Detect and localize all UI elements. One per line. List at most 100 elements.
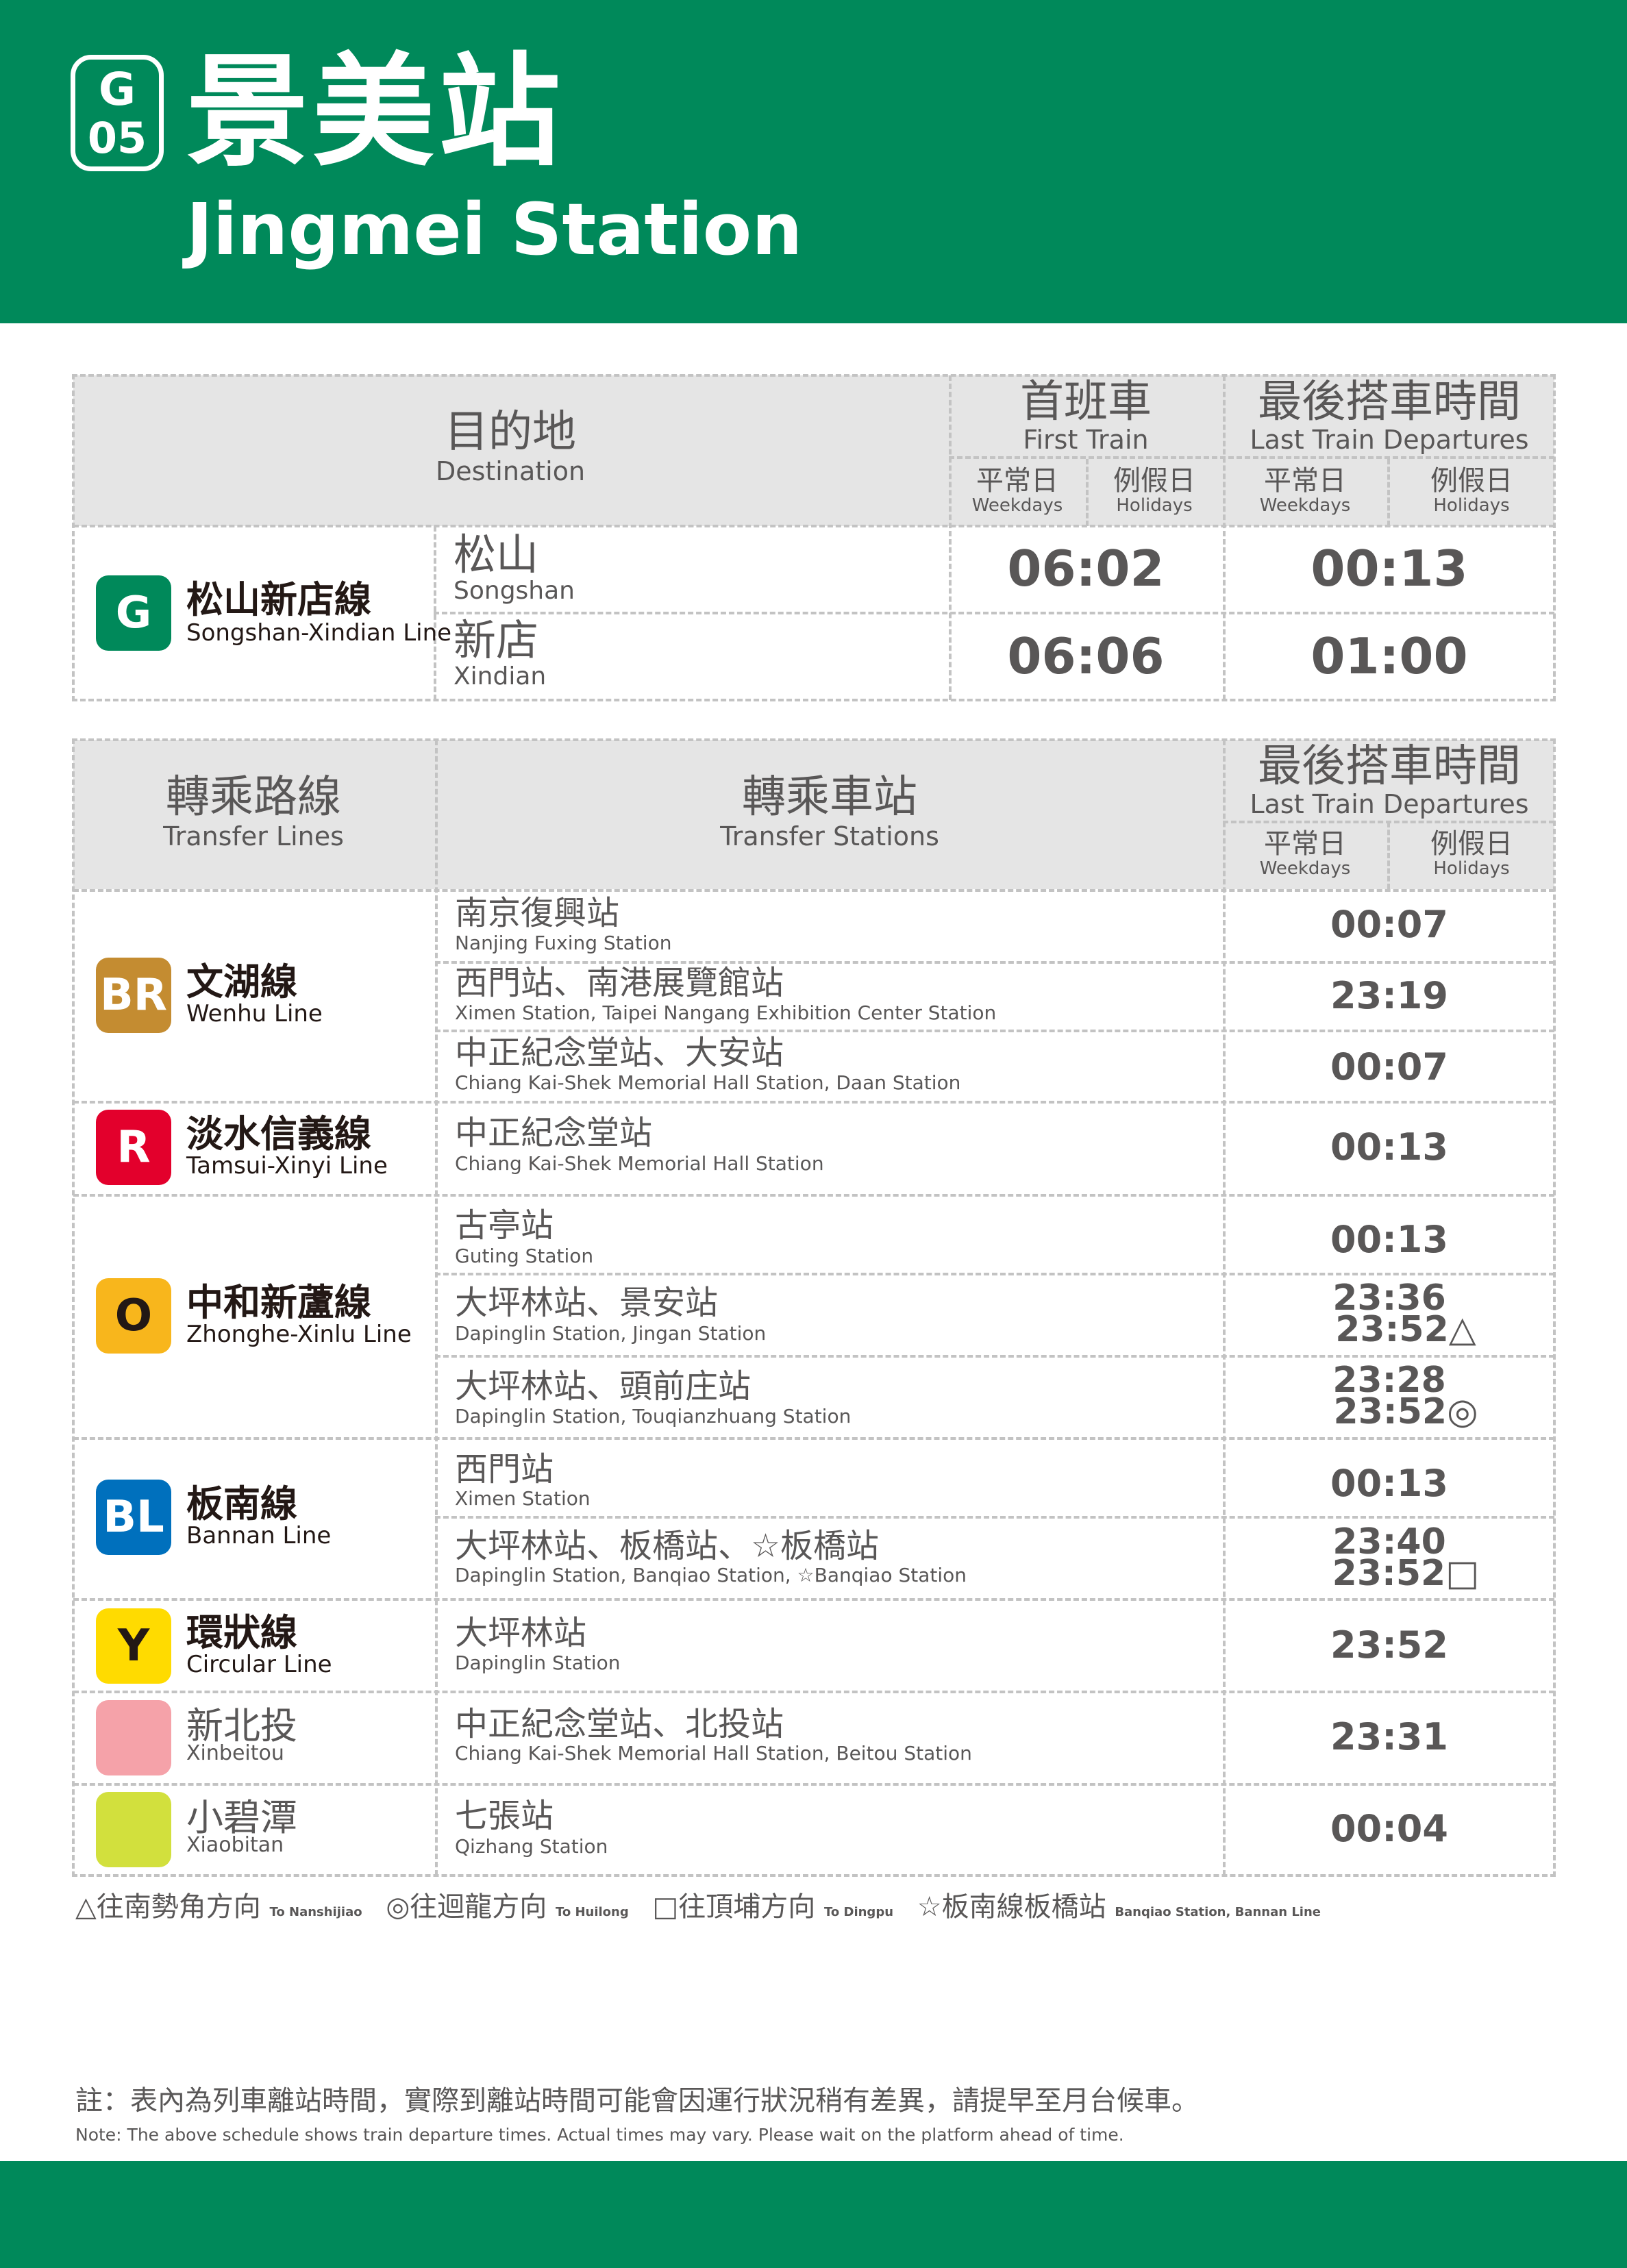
transfer-station-en: Nanjing Fuxing Station xyxy=(455,932,672,954)
footer-bar xyxy=(0,2161,1627,2268)
transfer-station-en: Ximen Station xyxy=(455,1487,591,1510)
legend-en: To Huilong xyxy=(555,1905,629,1919)
badge-line-letter: G xyxy=(98,63,136,116)
first-train-time: 06:02 xyxy=(1007,540,1165,597)
transfer-time: 00:13 xyxy=(1330,1125,1448,1169)
line-name-en: Xinbeitou xyxy=(186,1741,284,1765)
destination-zh: 松山 xyxy=(454,529,539,580)
transfer-station-zh: 大坪林站、板橋站、☆板橋站 xyxy=(455,1527,880,1565)
transfer-station-en: Chiang Kai-Shek Memorial Hall Station xyxy=(455,1152,824,1175)
transfer-station-zh: 西門站、南港展覽館站 xyxy=(455,964,784,1002)
last-train-time: 00:13 xyxy=(1311,540,1468,597)
transfer-station-en: Ximen Station, Taipei Nangang Exhibition… xyxy=(455,1001,997,1024)
grid-line xyxy=(1086,459,1089,526)
grid-line xyxy=(435,1516,1554,1519)
legend-en: To Dingpu xyxy=(823,1905,894,1919)
symbol-legend: △往南勢角方向 To Nanshijiao ◎往迴龍方向 To Huilong … xyxy=(75,1888,1336,1932)
line-name-en: Wenhu Line xyxy=(186,1000,323,1027)
transfer-station-zh: 西門站 xyxy=(455,1450,554,1488)
legend-zh: □往頂埔方向 xyxy=(652,1891,816,1923)
transfer-station-en: Dapinglin Station xyxy=(455,1652,621,1674)
line-name-en: Circular Line xyxy=(186,1651,332,1678)
line-badge-br: BR xyxy=(96,958,171,1033)
station-header: G 05 景美站 Jingmei Station xyxy=(0,0,1627,323)
last-train-time: 01:00 xyxy=(1311,627,1468,685)
line-badge-y: Y xyxy=(96,1608,171,1684)
grid-line xyxy=(435,1355,1554,1358)
transfer-time: 23:19 xyxy=(1330,974,1448,1017)
transfer-time-line: 23:52△ xyxy=(1335,1309,1476,1350)
first-holidays-header: 例假日 Holidays xyxy=(1113,465,1195,516)
transfer-time: 00:07 xyxy=(1330,1045,1448,1088)
transfer-station-zh: 南京復興站 xyxy=(455,894,620,932)
transfer-weekdays-header: 平常日 Weekdays xyxy=(1259,828,1351,879)
grid-line xyxy=(434,612,1554,614)
note-zh: 註：表內為列車離站時間，實際到離站時間可能會因運行狀況稍有差異，請提早至月台候車… xyxy=(75,2085,1199,2117)
grid-line xyxy=(73,1598,1554,1601)
transfer-station-en: Guting Station xyxy=(455,1245,594,1267)
transfer-time: 23:31 xyxy=(1330,1715,1448,1758)
line-name-en: Xiaobitan xyxy=(186,1833,284,1857)
last-train-header: 最後搭車時間 Last Train Departures xyxy=(1250,377,1529,455)
grid-line xyxy=(73,1691,1554,1693)
line-badge-bl: BL xyxy=(96,1480,171,1555)
grid-line xyxy=(73,1437,1554,1440)
line-badge-o: O xyxy=(96,1278,171,1354)
first-train-time: 06:06 xyxy=(1007,627,1165,685)
transfer-time: 00:04 xyxy=(1330,1807,1448,1850)
transfer-station-en: Dapinglin Station, Banqiao Station, ☆Ban… xyxy=(455,1564,967,1586)
transfer-station-zh: 古亭站 xyxy=(455,1206,554,1245)
legend-zh: ☆板南線板橋站 xyxy=(917,1891,1106,1923)
transfer-station-en: Chiang Kai-Shek Memorial Hall Station, B… xyxy=(455,1742,972,1765)
grid-line xyxy=(1387,822,1390,889)
transfer-time: 00:13 xyxy=(1330,1462,1448,1505)
grid-line xyxy=(73,525,1554,527)
transfer-time: 00:13 xyxy=(1330,1218,1448,1261)
transfer-time: 23:36 23:52△ xyxy=(1223,1280,1556,1350)
transfer-time-line: 23:52◎ xyxy=(1333,1391,1478,1432)
transfer-station-zh: 中正紀念堂站 xyxy=(455,1114,653,1152)
line-name-zh: 中和新蘆線 xyxy=(186,1281,371,1324)
transfer-lines-header: 轉乘路線 Transfer Lines xyxy=(163,772,344,851)
first-train-header: 首班車 First Train xyxy=(1020,377,1152,455)
line-name-zh: 淡水信義線 xyxy=(186,1112,371,1156)
legend-zh: ◎往迴龍方向 xyxy=(386,1891,547,1923)
legend-zh: △往南勢角方向 xyxy=(75,1891,261,1923)
line-name-zh: 板南線 xyxy=(186,1482,297,1525)
line-name-en: Tamsui-Xinyi Line xyxy=(186,1152,388,1180)
grid-line xyxy=(73,1101,1554,1104)
first-weekdays-header: 平常日 Weekdays xyxy=(971,465,1063,516)
line-badge-g: G xyxy=(96,575,171,651)
line-name-en: Songshan-Xindian Line xyxy=(186,619,452,647)
transfer-station-zh: 大坪林站、頭前庄站 xyxy=(455,1367,752,1406)
destination-header: 目的地 Destination xyxy=(435,407,586,486)
station-code-badge: G 05 xyxy=(71,55,164,171)
line-badge-xiaobitan xyxy=(96,1792,171,1867)
grid-line xyxy=(435,1273,1554,1275)
transfer-last-train-header: 最後搭車時間 Last Train Departures xyxy=(1250,741,1529,819)
transfer-time: 00:07 xyxy=(1330,903,1448,946)
transfer-station-zh: 七張站 xyxy=(455,1797,554,1835)
grid-line xyxy=(949,456,1554,459)
transfer-time: 23:28 23:52◎ xyxy=(1223,1362,1556,1432)
transfer-station-zh: 中正紀念堂站、大安站 xyxy=(455,1034,784,1072)
destination-en: Xindian xyxy=(454,662,547,690)
line-badge-r: R xyxy=(96,1110,171,1185)
transfer-station-en: Chiang Kai-Shek Memorial Hall Station, D… xyxy=(455,1071,961,1094)
grid-line xyxy=(1387,459,1390,526)
line-name-en: Bannan Line xyxy=(186,1522,332,1549)
grid-line xyxy=(435,740,438,1876)
grid-line xyxy=(435,1030,1554,1032)
last-weekdays-header: 平常日 Weekdays xyxy=(1259,465,1351,516)
transfer-station-zh: 大坪林站 xyxy=(455,1614,587,1652)
grid-line xyxy=(73,889,1554,892)
transfer-station-zh: 中正紀念堂站、北投站 xyxy=(455,1705,784,1743)
line-name-zh: 松山新店線 xyxy=(186,578,371,621)
line-name-zh: 文湖線 xyxy=(186,960,297,1004)
station-name-zh: 景美站 xyxy=(186,41,564,183)
transfer-time-line: 23:52□ xyxy=(1332,1553,1480,1594)
line-badge-xinbeitou xyxy=(96,1700,171,1775)
last-holidays-header: 例假日 Holidays xyxy=(1430,465,1513,516)
transfer-station-en: Qizhang Station xyxy=(455,1835,608,1858)
transfer-stations-header: 轉乘車站 Transfer Stations xyxy=(720,772,939,851)
